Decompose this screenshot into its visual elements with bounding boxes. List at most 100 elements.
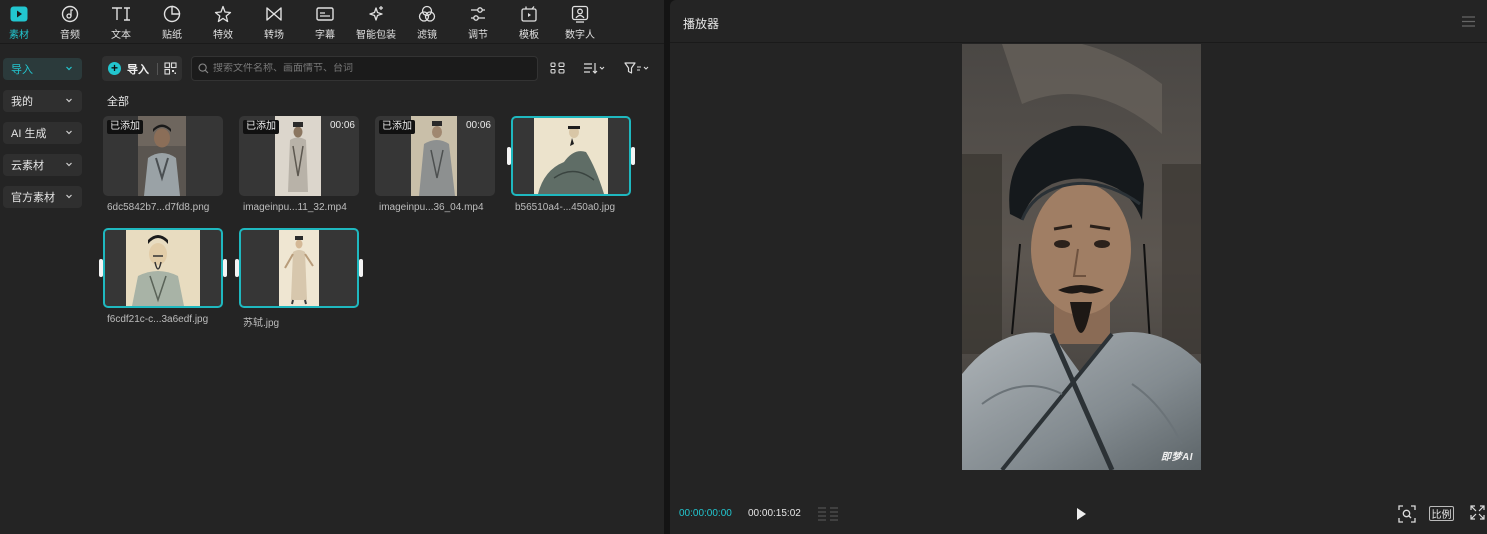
duration-label: 00:06 [329, 120, 355, 131]
divider [157, 62, 158, 75]
aspect-ratio-button[interactable]: 比例 [1429, 506, 1454, 521]
media-item[interactable]: 已添加 00:06 [239, 116, 359, 196]
media-item[interactable]: 已添加 [103, 116, 223, 196]
media-item[interactable] [99, 228, 227, 308]
added-badge: 已添加 [107, 120, 143, 134]
tool-effects[interactable]: 特效 [198, 4, 248, 42]
text-icon [111, 4, 131, 24]
tool-smart-pack[interactable]: 智能包装 [351, 4, 401, 42]
painting-thumbnail [534, 118, 608, 194]
search-icon [198, 63, 209, 74]
media-icon [9, 4, 29, 24]
watermark-label: 即梦AI [1161, 452, 1193, 463]
tool-subtitle[interactable]: 字幕 [300, 4, 350, 42]
view-list-icon [550, 62, 565, 74]
search-box [191, 56, 538, 81]
tool-label: 字幕 [315, 30, 335, 41]
tool-label: 调节 [468, 30, 488, 41]
sidebar-item-official[interactable]: 官方素材 [3, 186, 82, 208]
media-item[interactable]: 已添加 00:06 [375, 116, 495, 196]
tool-label: 文本 [111, 30, 131, 41]
view-mode-button[interactable] [550, 60, 566, 76]
tool-audio[interactable]: 音频 [45, 4, 95, 42]
sidebar-item-label: 导入 [11, 64, 33, 76]
tool-label: 贴纸 [162, 30, 182, 41]
player-title: 播放器 [683, 17, 720, 31]
waveform-bars-icon[interactable] [817, 507, 839, 521]
tool-sticker[interactable]: 贴纸 [147, 4, 197, 42]
chevron-down-icon [66, 98, 72, 103]
menu-icon[interactable] [1462, 16, 1475, 27]
video-preview[interactable]: 即梦AI [962, 44, 1201, 470]
current-time: 00:00:00:00 [679, 508, 732, 519]
media-item[interactable] [235, 228, 363, 308]
search-input[interactable] [213, 63, 533, 74]
tool-media[interactable]: 素材 [0, 4, 44, 42]
section-title: 全部 [107, 96, 129, 108]
sidebar-item-ai-generate[interactable]: AI 生成 [3, 122, 82, 144]
sidebar-item-import[interactable]: 导入 [3, 58, 82, 80]
tool-filter[interactable]: 滤镜 [402, 4, 452, 42]
media-filename: 苏轼.jpg [243, 318, 280, 329]
adjust-icon [468, 4, 488, 24]
audio-icon [60, 4, 80, 24]
drag-handle-left[interactable] [99, 259, 103, 277]
sidebar-item-cloud[interactable]: 云素材 [3, 154, 82, 176]
import-label: 导入 [127, 63, 149, 76]
qr-grid-icon[interactable] [164, 62, 177, 75]
drag-handle-right[interactable] [631, 147, 635, 165]
added-badge: 已添加 [243, 120, 279, 134]
tool-label: 智能包装 [356, 30, 396, 41]
media-item[interactable] [507, 116, 635, 196]
tool-label: 特效 [213, 30, 233, 41]
fit-screen-icon[interactable] [1398, 505, 1416, 523]
filter-icon [417, 4, 437, 24]
tool-digital-human[interactable]: 数字人 [555, 4, 605, 42]
duration-label: 00:06 [465, 120, 491, 131]
painting-thumbnail [279, 230, 319, 306]
tool-label: 模板 [519, 30, 539, 41]
sort-icon [584, 63, 605, 74]
tool-adjust[interactable]: 调节 [453, 4, 503, 42]
filter-funnel-icon [624, 62, 649, 74]
portrait-thumbnail [138, 116, 186, 196]
media-filename: imageinpu...36_04.mp4 [379, 202, 484, 213]
play-icon[interactable] [1074, 506, 1088, 522]
sort-button[interactable] [583, 60, 605, 76]
sidebar-item-label: 官方素材 [11, 192, 55, 204]
effects-icon [213, 4, 233, 24]
tool-label: 素材 [9, 30, 29, 41]
sidebar-item-label: 我的 [11, 96, 33, 108]
preview-portrait-image [962, 44, 1201, 470]
drag-handle-right[interactable] [223, 259, 227, 277]
sidebar-item-label: 云素材 [11, 160, 44, 172]
smart-pack-icon [366, 4, 386, 24]
chevron-down-icon [66, 194, 72, 199]
main-toolbar: 素材 音频 文本 贴纸 特效 转场 字幕 智能包装 滤镜 调节 模板 数字人 [0, 0, 664, 44]
tool-label: 音频 [60, 30, 80, 41]
filter-button[interactable] [624, 60, 650, 76]
media-filename: imageinpu...11_32.mp4 [243, 202, 347, 213]
tool-transition[interactable]: 转场 [249, 4, 299, 42]
drag-handle-right[interactable] [359, 259, 363, 277]
total-time: 00:00:15:02 [748, 508, 801, 519]
import-button[interactable]: + 导入 [102, 56, 182, 81]
tool-text[interactable]: 文本 [96, 4, 146, 42]
tool-label: 数字人 [565, 30, 595, 41]
media-filename: 6dc5842b7...d7fd8.png [107, 202, 210, 213]
template-icon [519, 4, 539, 24]
added-badge: 已添加 [379, 120, 415, 134]
drag-handle-left[interactable] [507, 147, 511, 165]
tool-template[interactable]: 模板 [504, 4, 554, 42]
sidebar-item-mine[interactable]: 我的 [3, 90, 82, 112]
sidebar-item-label: AI 生成 [11, 128, 47, 140]
player-header: 播放器 [670, 0, 1487, 43]
fullscreen-icon[interactable] [1470, 505, 1485, 520]
plus-icon: + [108, 62, 121, 75]
video-thumbnail [275, 116, 321, 196]
drag-handle-left[interactable] [235, 259, 239, 277]
player-panel: 播放器 即梦AI 00:00:00:00 00:00:15:02 比例 [670, 0, 1487, 534]
tool-label: 滤镜 [417, 30, 437, 41]
digital-human-icon [570, 4, 590, 24]
media-filename: b56510a4-...450a0.jpg [515, 202, 616, 213]
